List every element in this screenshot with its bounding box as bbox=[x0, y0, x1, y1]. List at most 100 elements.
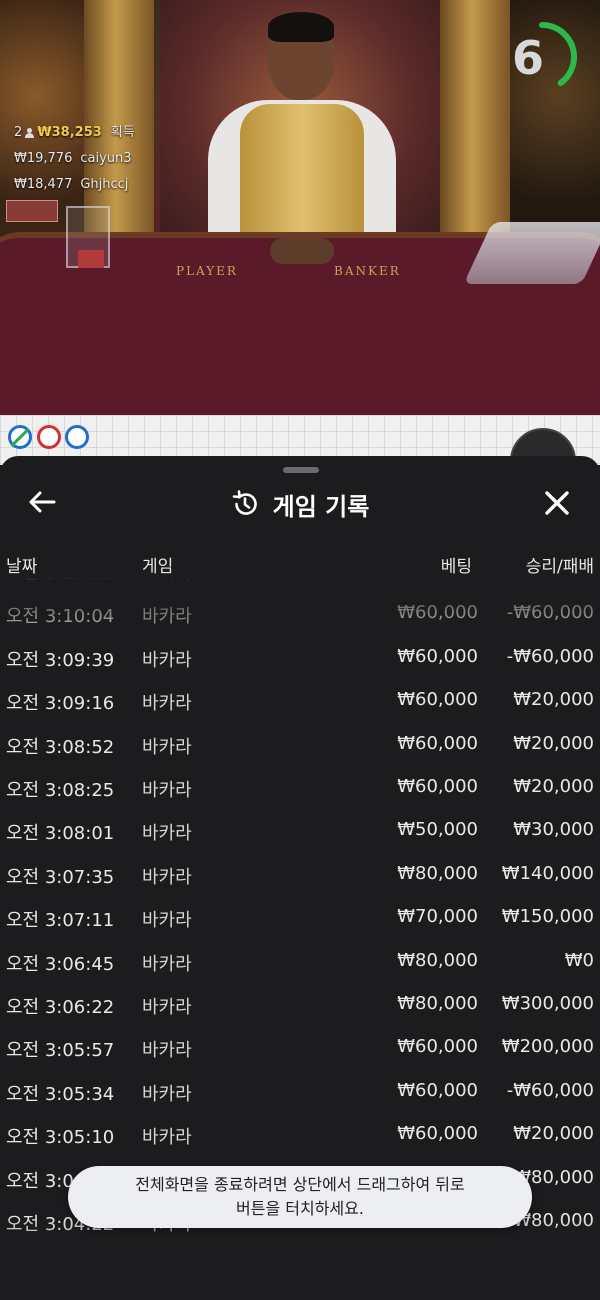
discard-tray bbox=[6, 200, 58, 222]
dealer-hands bbox=[270, 238, 334, 264]
bead-banker bbox=[37, 425, 61, 449]
row-game: 바카라 bbox=[142, 578, 192, 585]
row-result: ₩20,000 bbox=[513, 578, 594, 580]
dealer-vest bbox=[240, 104, 364, 244]
row-bet: ₩80,000 bbox=[397, 949, 478, 971]
sheet-title: 게임 기록 bbox=[272, 492, 370, 521]
winner-entry: ₩19,776 caiyun3 bbox=[14, 146, 135, 172]
row-time: 오전 3:08:01 bbox=[6, 823, 115, 845]
row-game: 바카라 bbox=[142, 1040, 192, 1062]
winners-count: 2 bbox=[14, 125, 23, 140]
app-root: PLAYER BANKER 2 ₩38,253 획득 ₩19,776 caiyu… bbox=[0, 0, 600, 1300]
arrow-left-icon bbox=[29, 491, 56, 513]
column-game: 게임 bbox=[142, 557, 174, 577]
history-row[interactable]: 오전 3:08:52 바카라 ₩60,000 ₩20,000 bbox=[0, 723, 600, 766]
row-game: 바카라 bbox=[142, 780, 192, 801]
column-bet: 베팅 bbox=[440, 557, 472, 577]
history-row[interactable]: 오전 3:07:35 바카라 ₩80,000 ₩140,000 bbox=[0, 853, 600, 896]
winner-name: Ghjhccj bbox=[80, 177, 129, 192]
row-bet: ₩60,000 bbox=[397, 578, 478, 580]
pillar-right bbox=[440, 0, 510, 240]
row-time: 오전 3:07:11 bbox=[6, 910, 115, 932]
row-time: 오전 3:10:28 bbox=[6, 578, 114, 585]
row-time: 오전 3:05:57 bbox=[6, 1040, 115, 1062]
row-bet: ₩60,000 bbox=[397, 1036, 478, 1058]
bead-player bbox=[65, 425, 89, 449]
banker-area-label: BANKER bbox=[334, 264, 401, 278]
card-back bbox=[78, 250, 104, 268]
row-time: 오전 3:06:22 bbox=[6, 997, 115, 1018]
row-game: 바카라 bbox=[142, 866, 192, 888]
row-game: 바카라 bbox=[142, 649, 192, 671]
row-game: 바카라 bbox=[142, 997, 192, 1018]
column-win-loss: 승리/패배 bbox=[525, 557, 594, 577]
winner-amount: ₩18,477 bbox=[14, 177, 73, 192]
winner-amount: ₩19,776 bbox=[14, 151, 73, 166]
history-row[interactable]: 오전 3:05:10 바카라 ₩60,000 ₩20,000 bbox=[0, 1113, 600, 1156]
row-bet: ₩60,000 bbox=[397, 1123, 478, 1145]
row-result: ₩30,000 bbox=[513, 819, 594, 841]
row-result: ₩300,000 bbox=[501, 993, 594, 1014]
row-result: ₩20,000 bbox=[513, 1123, 594, 1145]
history-row[interactable]: 오전 3:06:22 바카라 ₩80,000 ₩300,000 bbox=[0, 983, 600, 1026]
row-result: -₩60,000 bbox=[506, 602, 594, 624]
live-video: PLAYER BANKER 2 ₩38,253 획득 ₩19,776 caiyu… bbox=[0, 0, 600, 415]
row-result: ₩20,000 bbox=[513, 732, 594, 754]
countdown-number: 6 bbox=[511, 31, 544, 85]
history-row[interactable]: 오전 3:08:01 바카라 ₩50,000 ₩30,000 bbox=[0, 809, 600, 852]
history-row[interactable]: 오전 3:09:16 바카라 ₩60,000 ₩20,000 bbox=[0, 679, 600, 722]
row-result: ₩150,000 bbox=[501, 906, 594, 928]
winners-total: ₩38,253 bbox=[37, 125, 102, 140]
fullscreen-hint-toast: 전체화면을 종료하려면 상단에서 드래그하여 뒤로 버튼을 터치하세요. bbox=[68, 1166, 532, 1228]
row-bet: ₩60,000 bbox=[397, 689, 478, 711]
dealer-hair bbox=[268, 12, 334, 42]
column-date: 날짜 bbox=[6, 557, 38, 577]
title-group: 게임 기록 bbox=[0, 478, 600, 530]
winners-panel: 2 ₩38,253 획득 ₩19,776 caiyun3 ₩18,477 Ghj… bbox=[14, 120, 135, 198]
winners-summary: 2 ₩38,253 획득 bbox=[14, 120, 135, 146]
row-bet: ₩60,000 bbox=[397, 645, 478, 667]
row-game: 바카라 bbox=[142, 953, 192, 975]
sheet-header: 게임 기록 bbox=[0, 478, 600, 530]
history-column-headers: 날짜 게임 베팅 승리/패배 bbox=[0, 552, 600, 580]
row-bet: ₩60,000 bbox=[397, 732, 478, 754]
row-time: 오전 3:05:34 bbox=[6, 1083, 115, 1105]
row-result: ₩140,000 bbox=[501, 862, 594, 884]
row-bet: ₩60,000 bbox=[397, 1079, 478, 1101]
winners-suffix: 획득 bbox=[110, 125, 135, 140]
row-bet: ₩80,000 bbox=[397, 993, 478, 1014]
toast-line: 버튼을 터치하세요. bbox=[236, 1199, 364, 1218]
history-row[interactable]: 오전 3:05:34 바카라 ₩60,000 -₩60,000 bbox=[0, 1070, 600, 1113]
row-game: 바카라 bbox=[142, 910, 192, 932]
history-row[interactable]: 오전 3:08:25 바카라 ₩60,000 ₩20,000 bbox=[0, 766, 600, 809]
close-button[interactable] bbox=[540, 486, 574, 520]
history-row[interactable]: 오전 3:10:04 바카라 ₩60,000 -₩60,000 bbox=[0, 592, 600, 635]
history-row[interactable]: 오전 3:09:39 바카라 ₩60,000 -₩60,000 bbox=[0, 636, 600, 679]
row-time: 오전 3:10:04 bbox=[6, 606, 115, 628]
history-row[interactable]: 오전 3:06:45 바카라 ₩80,000 ₩0 bbox=[0, 940, 600, 983]
row-game: 바카라 bbox=[142, 823, 192, 845]
row-time: 오전 3:06:45 bbox=[6, 953, 115, 975]
row-result: ₩20,000 bbox=[513, 776, 594, 797]
row-bet: ₩80,000 bbox=[397, 862, 478, 884]
player-area-label: PLAYER bbox=[176, 264, 238, 278]
winner-entry: ₩18,477 Ghjhccj bbox=[14, 172, 135, 198]
row-game: 바카라 bbox=[142, 693, 192, 715]
drag-handle[interactable] bbox=[283, 467, 319, 473]
history-row[interactable]: 오전 3:05:57 바카라 ₩60,000 ₩200,000 bbox=[0, 1026, 600, 1069]
bead-player-pair bbox=[8, 425, 32, 449]
history-row[interactable]: 오전 3:07:11 바카라 ₩70,000 ₩150,000 bbox=[0, 896, 600, 939]
row-result: -₩60,000 bbox=[506, 645, 594, 667]
row-result: ₩0 bbox=[564, 949, 594, 971]
row-result: ₩200,000 bbox=[501, 1036, 594, 1058]
row-time: 오전 3:09:16 bbox=[6, 693, 115, 715]
history-row[interactable]: 오전 3:10:28 바카라 ₩60,000 ₩20,000 bbox=[0, 578, 600, 592]
row-time: 오전 3:08:25 bbox=[6, 780, 115, 801]
row-result: -₩60,000 bbox=[506, 1079, 594, 1101]
row-bet: ₩60,000 bbox=[397, 776, 478, 797]
back-button[interactable] bbox=[26, 486, 58, 518]
row-time: 오전 3:07:35 bbox=[6, 866, 115, 888]
row-game: 바카라 bbox=[142, 606, 192, 628]
row-bet: ₩70,000 bbox=[397, 906, 478, 928]
row-time: 오전 3:05:10 bbox=[6, 1127, 115, 1149]
